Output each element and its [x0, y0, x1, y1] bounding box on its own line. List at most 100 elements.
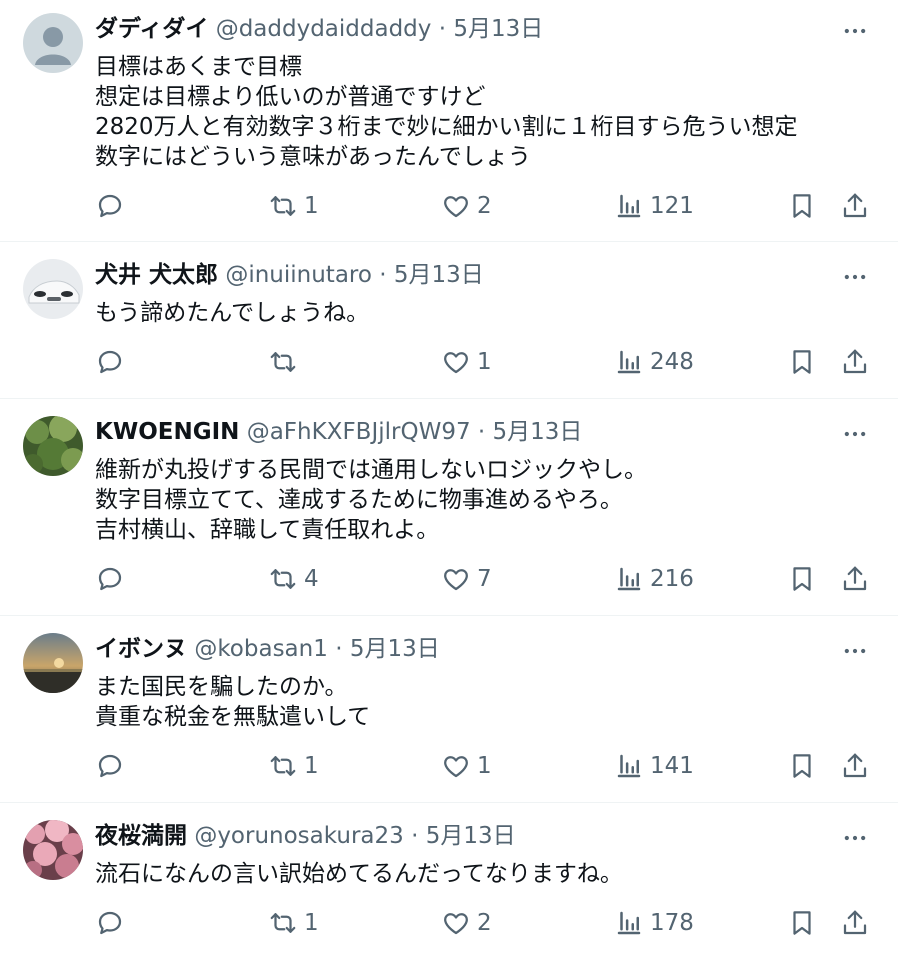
avatar-sunset[interactable] [23, 633, 83, 693]
view-count: 178 [650, 910, 694, 936]
like-icon [444, 196, 468, 218]
tweet[interactable]: 犬井 犬太郎 @inuiinutaro · 5月13日 もう諦めたんでしょうね。… [0, 242, 898, 399]
separator: · [438, 16, 447, 42]
retweet-button[interactable]: 1 [268, 189, 319, 223]
like-count: 2 [477, 910, 492, 936]
views-button[interactable]: 178 [614, 906, 694, 940]
separator: · [379, 262, 387, 288]
like-button[interactable]: 2 [441, 906, 492, 940]
more-icon[interactable] [840, 636, 870, 666]
like-button[interactable]: 1 [441, 749, 492, 783]
share-button[interactable] [840, 906, 870, 940]
timestamp[interactable]: 5月13日 [394, 262, 484, 288]
retweet-icon [270, 352, 296, 372]
tweet[interactable]: ダディダイ @daddydaiddaddy · 5月13日 目標はあくまで目標 … [0, 0, 898, 242]
reply-button[interactable] [95, 189, 125, 223]
user-handle[interactable]: @yorunosakura23 [194, 823, 403, 849]
share-icon [843, 193, 867, 218]
separator: · [477, 419, 486, 445]
share-icon [843, 910, 867, 935]
share-button[interactable] [840, 345, 870, 379]
reply-icon [98, 194, 122, 218]
display-name[interactable]: 夜桜満開 [95, 823, 187, 849]
like-button[interactable]: 1 [441, 345, 492, 379]
reply-feed: ダディダイ @daddydaiddaddy · 5月13日 目標はあくまで目標 … [0, 0, 898, 954]
retweet-button[interactable]: 1 [268, 906, 319, 940]
tweet[interactable]: イボンヌ @kobasan1 · 5月13日 また国民を騙したのか。 貴重な税金… [0, 616, 898, 803]
like-icon [444, 352, 468, 374]
bookmark-button[interactable] [787, 749, 817, 783]
tweet-header: KWOENGIN @aFhKXFBJjlrQW97 · 5月13日 [95, 417, 838, 447]
bookmark-button[interactable] [787, 562, 817, 596]
bookmark-button[interactable] [787, 189, 817, 223]
tweet-header: イボンヌ @kobasan1 · 5月13日 [95, 634, 838, 664]
timestamp[interactable]: 5月13日 [426, 823, 516, 849]
views-icon [617, 194, 641, 218]
reply-button[interactable] [95, 906, 125, 940]
tweet-text: 流石になんの言い訳始めてるんだってなりますね。 [95, 861, 623, 887]
retweet-button[interactable]: 4 [268, 562, 319, 596]
like-icon [444, 913, 468, 935]
bookmark-button[interactable] [787, 906, 817, 940]
share-button[interactable] [840, 189, 870, 223]
retweet-icon [270, 569, 296, 589]
more-icon[interactable] [840, 16, 870, 46]
timestamp[interactable]: 5月13日 [493, 419, 583, 445]
views-icon [617, 567, 641, 591]
reply-icon [98, 350, 122, 374]
tweet-text: 目標はあくまで目標 想定は目標より低いのが普通ですけど 2820万人と有効数字３… [95, 54, 798, 170]
views-button[interactable]: 141 [614, 749, 694, 783]
views-button[interactable]: 216 [614, 562, 694, 596]
reply-button[interactable] [95, 749, 125, 783]
bookmark-button[interactable] [787, 345, 817, 379]
timestamp[interactable]: 5月13日 [453, 16, 543, 42]
avatar-leaves[interactable] [23, 416, 83, 476]
views-button[interactable]: 248 [614, 345, 694, 379]
display-name[interactable]: ダディダイ [95, 16, 208, 42]
share-button[interactable] [840, 562, 870, 596]
view-count: 216 [650, 566, 694, 592]
user-handle[interactable]: @kobasan1 [194, 636, 328, 662]
tweet[interactable]: KWOENGIN @aFhKXFBJjlrQW97 · 5月13日 維新が丸投げ… [0, 399, 898, 616]
user-handle[interactable]: @inuiinutaro [225, 262, 372, 288]
retweet-icon [270, 756, 296, 776]
views-button[interactable]: 121 [614, 189, 694, 223]
reply-icon [98, 754, 122, 778]
reply-icon [98, 567, 122, 591]
tweet-header: 犬井 犬太郎 @inuiinutaro · 5月13日 [95, 260, 838, 290]
like-count: 1 [477, 349, 492, 375]
reply-button[interactable] [95, 562, 125, 596]
retweet-count: 1 [304, 910, 319, 936]
display-name[interactable]: KWOENGIN [95, 419, 239, 445]
bookmark-icon [793, 567, 811, 591]
timestamp[interactable]: 5月13日 [350, 636, 440, 662]
retweet-button[interactable]: 1 [268, 749, 319, 783]
user-handle[interactable]: @aFhKXFBJjlrQW97 [247, 419, 471, 445]
tweet-header: ダディダイ @daddydaiddaddy · 5月13日 [95, 14, 838, 44]
share-icon [843, 753, 867, 778]
share-icon [843, 349, 867, 374]
more-icon[interactable] [840, 823, 870, 853]
bookmark-icon [793, 911, 811, 935]
retweet-count: 1 [304, 753, 319, 779]
tweet-header: 夜桜満開 @yorunosakura23 · 5月13日 [95, 821, 838, 851]
views-icon [617, 754, 641, 778]
user-handle[interactable]: @daddydaiddaddy [216, 16, 432, 42]
like-button[interactable]: 2 [441, 189, 492, 223]
avatar-car[interactable] [23, 259, 83, 319]
share-button[interactable] [840, 749, 870, 783]
views-icon [617, 911, 641, 935]
more-icon[interactable] [840, 262, 870, 292]
tweet[interactable]: 夜桜満開 @yorunosakura23 · 5月13日 流石になんの言い訳始め… [0, 803, 898, 954]
retweet-button[interactable] [268, 345, 304, 379]
more-icon[interactable] [840, 419, 870, 449]
like-button[interactable]: 7 [441, 562, 492, 596]
reply-button[interactable] [95, 345, 125, 379]
avatar-default[interactable] [23, 13, 83, 73]
separator: · [411, 823, 419, 849]
like-count: 1 [477, 753, 492, 779]
display-name[interactable]: 犬井 犬太郎 [95, 262, 218, 288]
avatar-sakura[interactable] [23, 820, 83, 880]
retweet-icon [270, 196, 296, 216]
display-name[interactable]: イボンヌ [95, 636, 187, 662]
